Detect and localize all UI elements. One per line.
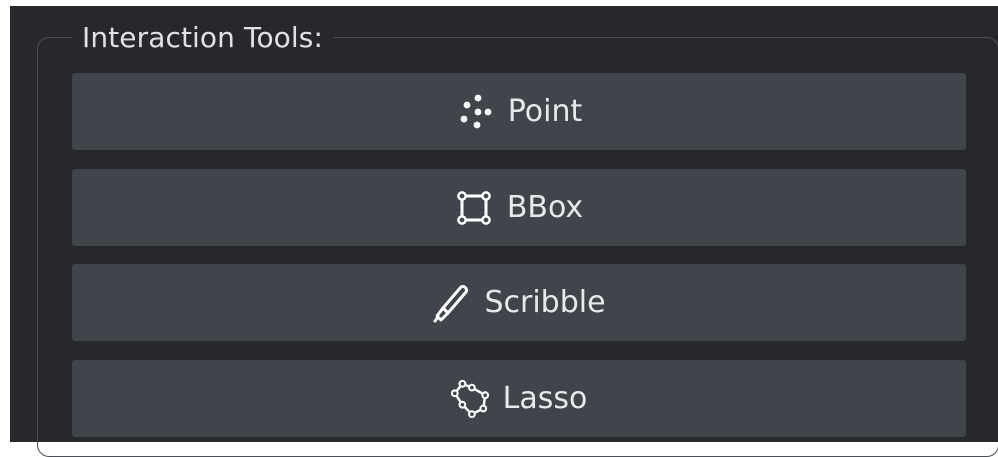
bbox-icon (455, 188, 493, 228)
pen-icon (432, 283, 470, 323)
bbox-tool-label: BBox (506, 190, 584, 225)
bbox-tool-button[interactable]: BBox (72, 169, 966, 246)
point-tool-button[interactable]: Point (72, 73, 966, 150)
group-title: Interaction Tools: (72, 18, 334, 58)
scribble-tool-label: Scribble (484, 285, 606, 320)
point-tool-label: Point (507, 94, 583, 129)
scribble-tool-button[interactable]: Scribble (72, 264, 966, 341)
lasso-icon (450, 379, 489, 419)
lasso-tool-button[interactable]: Lasso (72, 360, 966, 437)
point-icon (456, 92, 494, 132)
lasso-tool-label: Lasso (502, 381, 588, 416)
